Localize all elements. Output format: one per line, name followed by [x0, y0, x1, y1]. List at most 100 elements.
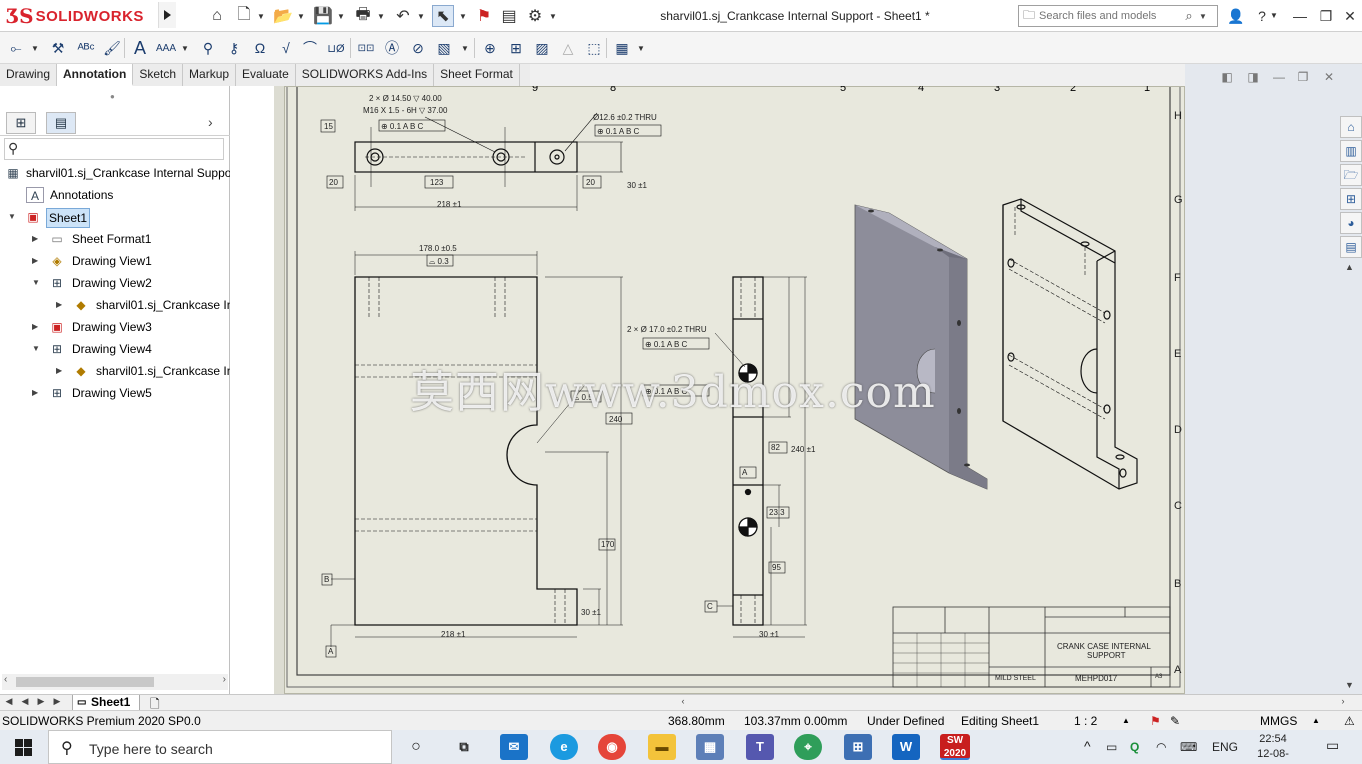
user-account-icon[interactable]: 👤	[1224, 5, 1248, 27]
view-palette-icon[interactable]: ⊞	[1340, 188, 1362, 210]
first-sheet-icon[interactable]: ◀	[2, 696, 16, 707]
maps-icon[interactable]: ⌖	[794, 734, 822, 760]
weld-symbol-icon[interactable]: ⌒	[298, 36, 322, 60]
display-style-icon[interactable]: ▣	[818, 86, 832, 92]
units-dropdown-icon[interactable]: ▲	[1312, 716, 1320, 725]
center-mark-icon[interactable]: ⊕	[478, 36, 502, 60]
pane-close-icon[interactable]: ✕	[1319, 70, 1339, 88]
tab-add-ins[interactable]: SOLIDWORKS Add-Ins	[296, 64, 435, 86]
collapse-icon[interactable]: ▼	[32, 338, 42, 360]
pane-forward-icon[interactable]: ◨	[1243, 70, 1263, 88]
search-input[interactable]	[1039, 10, 1179, 22]
select-icon[interactable]: ⬉	[432, 5, 454, 27]
panel-scroll-right-icon[interactable]: ›	[208, 114, 213, 130]
tree-filter[interactable]: ⚲	[4, 138, 224, 160]
tree-item-drawing-view5[interactable]: ▶ ⊞ Drawing View5	[0, 382, 230, 404]
appearance-icon[interactable]: ●	[898, 86, 907, 92]
options-gear-icon[interactable]: ⚙	[524, 5, 546, 27]
tree-item-drawing-view1[interactable]: ▶ ◈ Drawing View1	[0, 250, 230, 272]
rebuild-icon[interactable]: ⚑	[474, 5, 494, 27]
canvas-scroll-left-icon[interactable]: ‹	[676, 696, 690, 706]
revision-symbol-icon[interactable]: ⬚	[582, 36, 606, 60]
print-icon[interactable]: 🖶	[352, 5, 374, 27]
area-hatch-icon[interactable]: ▨	[530, 36, 554, 60]
print-dropdown-icon[interactable]: ▼	[376, 5, 386, 27]
tab-evaluate[interactable]: Evaluate	[236, 64, 296, 86]
zoom-to-area-icon[interactable]: ⊡	[686, 86, 699, 92]
smart-dimension-icon[interactable]: ⟜	[4, 36, 28, 60]
auto-balloon-icon[interactable]: ⚷	[222, 36, 246, 60]
home-icon[interactable]: ⌂	[206, 5, 228, 27]
expand-icon[interactable]: ▶	[32, 228, 42, 250]
tables-icon[interactable]: ▦	[610, 36, 634, 60]
action-center-icon[interactable]: ▭	[1326, 737, 1339, 754]
zoom-to-fit-icon[interactable]: ⌕	[660, 86, 668, 92]
start-button[interactable]	[0, 730, 46, 764]
tree-item-drawing-view4[interactable]: ▼ ⊞ Drawing View4	[0, 338, 230, 360]
tab-sheet-format[interactable]: Sheet Format	[434, 64, 520, 86]
geometric-tolerance-icon[interactable]: ⊡⊡	[354, 36, 378, 60]
teams-icon[interactable]: T	[746, 734, 774, 760]
cortana-icon[interactable]: ○	[402, 734, 430, 760]
tree-item-drawing-view3[interactable]: ▶ ▣ Drawing View3	[0, 316, 230, 338]
property-manager-tab-icon[interactable]: ▤	[46, 112, 76, 134]
scroll-left-icon[interactable]: ‹	[4, 674, 7, 685]
store-icon[interactable]: ⊞	[844, 734, 872, 760]
search-icon[interactable]: ⌕	[1179, 8, 1199, 24]
unit-system[interactable]: MMGS	[1260, 714, 1297, 728]
q-app-tray-icon[interactable]: Q	[1130, 740, 1139, 754]
surface-finish-icon[interactable]: √	[274, 36, 298, 60]
search-dropdown-icon[interactable]: ▼	[1199, 12, 1207, 21]
pan-icon[interactable]: ✥	[738, 86, 751, 92]
tree-item-part[interactable]: ▶ ◆ sharvil01.sj_Crankcase Int	[0, 360, 230, 382]
zoom-in-out-icon[interactable]: ⚲	[712, 86, 723, 92]
panel-horizontal-scrollbar[interactable]: ‹ ›	[2, 674, 228, 690]
expand-icon[interactable]: ▶	[32, 382, 42, 404]
sheet-scale[interactable]: 1 : 2	[1074, 714, 1097, 728]
tree-item-part[interactable]: ▶ ◆ sharvil01.sj_Crankcase Int	[0, 294, 230, 316]
tree-item-annotations[interactable]: A Annotations	[0, 184, 230, 206]
feature-manager-tab-icon[interactable]: ⊞	[6, 112, 36, 134]
mail-icon[interactable]: ✉	[500, 734, 528, 760]
undo-dropdown-icon[interactable]: ▼	[416, 5, 426, 27]
custom-properties-icon[interactable]: ▤	[1340, 236, 1362, 258]
calculator-icon[interactable]: ▦	[696, 734, 724, 760]
help-dropdown-icon[interactable]: ▼	[1268, 5, 1280, 27]
tab-drawing[interactable]: Drawing	[0, 64, 58, 86]
collapse-icon[interactable]: ▼	[32, 272, 42, 294]
search-box[interactable]: 🗀 ⌕ ▼	[1018, 5, 1218, 27]
design-library-icon[interactable]: ▥	[1340, 140, 1362, 162]
edge-icon[interactable]: e	[550, 734, 578, 760]
datum-target-icon[interactable]: ⊘	[406, 36, 430, 60]
open-dropdown-icon[interactable]: ▼	[296, 5, 306, 27]
balloon-icon[interactable]: ⚲	[196, 36, 220, 60]
pane-restore-icon[interactable]: ❐	[1293, 70, 1313, 88]
tab-sketch[interactable]: Sketch	[133, 64, 184, 86]
magnetic-line-icon[interactable]: Ω	[248, 36, 272, 60]
blocks-icon[interactable]: ▧	[432, 36, 456, 60]
save-icon[interactable]: 💾	[312, 5, 334, 27]
rotate-view-icon[interactable]: ⟳	[764, 86, 777, 92]
battery-icon[interactable]: ▭	[1106, 740, 1117, 754]
open-icon[interactable]: 📂	[272, 5, 294, 27]
sheet-tab-sheet1[interactable]: ▭ Sheet1	[72, 695, 140, 711]
minimize-icon[interactable]: —	[1288, 5, 1312, 27]
file-explorer-icon[interactable]: 🗁	[1340, 164, 1362, 186]
solidworks-logo[interactable]: ƷS SOLIDWORKS	[6, 4, 144, 28]
tree-item-sheet-format1[interactable]: ▶ ▭ Sheet Format1	[0, 228, 230, 250]
collapse-icon[interactable]: ▼	[8, 206, 18, 228]
next-sheet-icon[interactable]: ▶	[34, 696, 48, 707]
taskbar-search[interactable]: ⚲ Type here to search	[48, 730, 392, 764]
close-icon[interactable]: ✕	[1338, 5, 1362, 27]
appearances-icon[interactable]: ◕	[1340, 212, 1362, 234]
clock[interactable]: 22:54 12-08-2021	[1250, 732, 1296, 764]
tree-item-sheet1[interactable]: ▼ ▣ Sheet1	[0, 206, 230, 228]
canvas-scroll-right-icon[interactable]: ›	[1336, 696, 1350, 706]
linear-note-pattern-icon[interactable]: AAA	[154, 36, 178, 60]
pane-scroll-up-icon[interactable]: ▲	[1345, 262, 1354, 272]
revision-cloud-icon[interactable]: △	[556, 36, 580, 60]
expand-icon[interactable]: ▶	[32, 250, 42, 272]
file-explorer-icon[interactable]: ▬	[648, 734, 676, 760]
undo-icon[interactable]: ↶	[392, 5, 414, 27]
quick-tips-icon[interactable]: ✎	[1170, 714, 1180, 728]
